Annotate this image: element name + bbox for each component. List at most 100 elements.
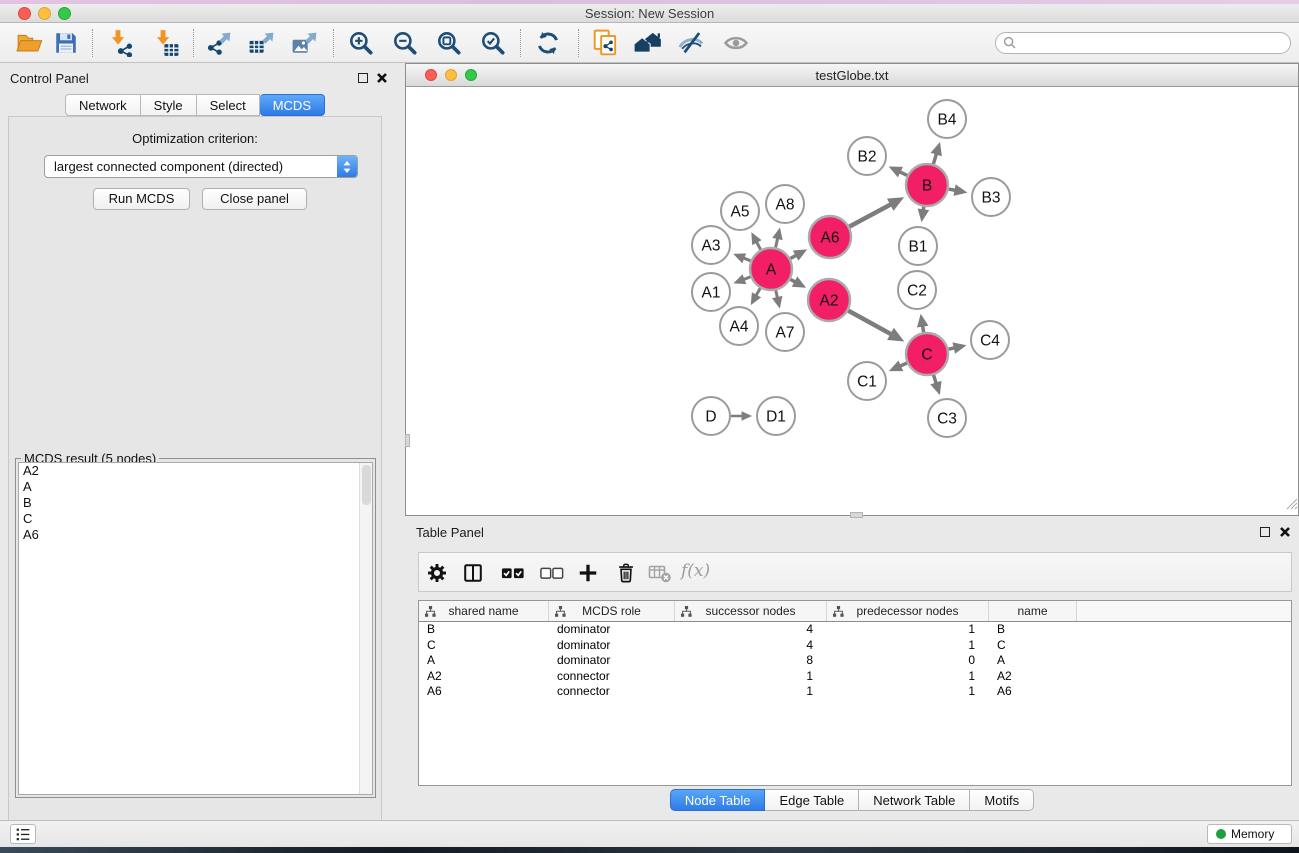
zoom-fit-icon[interactable] — [434, 28, 464, 58]
table-cell[interactable]: C — [419, 638, 549, 654]
save-session-icon[interactable] — [51, 28, 81, 58]
show-columns-icon[interactable] — [461, 561, 485, 585]
tab-mcds[interactable]: MCDS — [260, 94, 325, 116]
delete-table-icon[interactable] — [648, 561, 672, 585]
run-mcds-button[interactable]: Run MCDS — [93, 188, 190, 210]
result-item[interactable]: A6 — [19, 527, 372, 543]
table-cell[interactable]: 4 — [675, 622, 827, 638]
result-item[interactable]: C — [19, 511, 372, 527]
copy-network-icon[interactable] — [591, 28, 621, 58]
table-row[interactable]: Bdominator41B — [419, 622, 1291, 638]
table-cell[interactable]: dominator — [549, 638, 675, 654]
table-cell[interactable]: 1 — [675, 684, 827, 700]
graph-edge-B-B3[interactable] — [949, 189, 956, 190]
table-row[interactable]: Cdominator41C — [419, 638, 1291, 654]
graph-node-A2[interactable] — [808, 279, 850, 321]
add-column-icon[interactable] — [576, 561, 600, 585]
table-cell[interactable]: 1 — [675, 669, 827, 685]
tab-edge-table[interactable]: Edge Table — [765, 789, 859, 811]
network-window-titlebar[interactable]: testGlobe.txt — [406, 64, 1298, 87]
import-network-icon[interactable] — [106, 28, 136, 58]
graph-node-B4[interactable] — [928, 100, 966, 138]
function-builder-icon[interactable]: f(x) — [681, 561, 710, 581]
table-cell[interactable]: B — [989, 622, 1077, 638]
optimization-criterion-select[interactable]: largest connected component (directed) — [44, 155, 358, 178]
graph-node-A8[interactable] — [766, 185, 804, 223]
graph-node-A1[interactable] — [692, 273, 730, 311]
node-table[interactable]: shared nameMCDS rolesuccessor nodesprede… — [418, 600, 1292, 786]
graph-node-A6[interactable] — [809, 216, 851, 258]
table-cell[interactable]: 8 — [675, 653, 827, 669]
graph-node-B2[interactable] — [848, 137, 886, 175]
result-item[interactable]: A — [19, 479, 372, 495]
table-cell[interactable]: 1 — [827, 669, 989, 685]
table-cell[interactable]: A — [989, 653, 1077, 669]
table-cell[interactable]: A6 — [419, 684, 549, 700]
table-cell[interactable]: dominator — [549, 653, 675, 669]
open-file-icon[interactable] — [15, 28, 45, 58]
column-header-successor-nodes[interactable]: successor nodes — [675, 601, 827, 621]
graph-edge-A-A5[interactable] — [756, 242, 760, 250]
column-header-predecessor-nodes[interactable]: predecessor nodes — [827, 601, 989, 621]
table-cell[interactable]: A2 — [989, 669, 1077, 685]
delete-column-icon[interactable] — [614, 561, 638, 585]
settings-gear-icon[interactable] — [425, 561, 449, 585]
result-item[interactable]: A2 — [19, 463, 372, 479]
tab-network[interactable]: Network — [65, 94, 141, 116]
graph-node-C4[interactable] — [971, 321, 1009, 359]
close-panel-button[interactable]: Close panel — [202, 188, 307, 210]
float-panel-icon[interactable] — [358, 73, 368, 83]
table-cell[interactable]: connector — [549, 684, 675, 700]
graph-node-C2[interactable] — [898, 271, 936, 309]
graph-edge-A2-C[interactable] — [848, 311, 891, 335]
search-input[interactable] — [995, 32, 1291, 54]
graph-node-A[interactable] — [750, 248, 792, 290]
graph-edge-A-A1[interactable] — [743, 277, 750, 280]
graph-node-C1[interactable] — [848, 362, 886, 400]
close-table-panel-icon[interactable] — [1279, 525, 1291, 543]
graph-node-B1[interactable] — [899, 227, 937, 265]
graph-edge-A-A7[interactable] — [776, 290, 778, 298]
graph-edge-A-A8[interactable] — [776, 238, 778, 247]
table-row[interactable]: A6connector11A6 — [419, 684, 1291, 700]
mcds-result-list[interactable]: A2ABCA6 — [18, 462, 373, 795]
export-table-icon[interactable] — [247, 28, 277, 58]
memory-button[interactable]: Memory — [1207, 824, 1292, 844]
show-details-icon[interactable] — [721, 28, 751, 58]
split-handle-vertical[interactable] — [405, 434, 410, 447]
select-all-icon[interactable] — [501, 561, 525, 585]
export-network-icon[interactable] — [205, 28, 235, 58]
result-scrollbar[interactable] — [359, 463, 372, 794]
graph-node-D1[interactable] — [757, 397, 795, 435]
graph-node-C3[interactable] — [928, 399, 966, 437]
table-cell[interactable]: B — [419, 622, 549, 638]
hide-details-icon[interactable] — [676, 28, 706, 58]
import-table-icon[interactable] — [151, 28, 181, 58]
graph-edge-C-C1[interactable] — [900, 363, 907, 366]
float-table-panel-icon[interactable] — [1260, 527, 1270, 537]
table-row[interactable]: A2connector11A2 — [419, 669, 1291, 685]
graph-node-A4[interactable] — [720, 307, 758, 345]
graph-node-C[interactable] — [906, 333, 948, 375]
graph-edge-A-A3[interactable] — [743, 258, 750, 261]
graph-node-A3[interactable] — [692, 226, 730, 264]
graph-edge-C-C3[interactable] — [934, 375, 937, 384]
tab-style[interactable]: Style — [141, 94, 197, 116]
graph-node-A7[interactable] — [766, 313, 804, 351]
tab-select[interactable]: Select — [197, 94, 260, 116]
graph-edge-A-A6[interactable] — [790, 255, 796, 258]
column-header-mcds-role[interactable]: MCDS role — [549, 601, 675, 621]
deselect-all-icon[interactable] — [540, 561, 564, 585]
table-cell[interactable]: 1 — [827, 638, 989, 654]
zoom-out-icon[interactable] — [390, 28, 420, 58]
split-handle-horizontal[interactable] — [850, 512, 863, 518]
network-canvas[interactable]: ABCA2A6A1A3A4A5A7A8B1B2B3B4C1C2C3C4DD1 — [406, 87, 1298, 515]
table-cell[interactable]: 1 — [827, 684, 989, 700]
export-image-icon[interactable] — [290, 28, 320, 58]
graph-node-D[interactable] — [692, 397, 730, 435]
tab-motifs[interactable]: Motifs — [970, 789, 1034, 811]
tab-network-table[interactable]: Network Table — [859, 789, 970, 811]
table-cell[interactable]: dominator — [549, 622, 675, 638]
table-cell[interactable]: 4 — [675, 638, 827, 654]
refresh-icon[interactable] — [533, 28, 563, 58]
